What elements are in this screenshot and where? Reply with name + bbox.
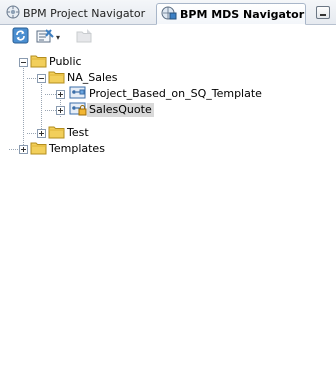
- tree-node-project-template[interactable]: Project_Based_on_SQ_Template: [69, 86, 264, 102]
- tree-node-test[interactable]: Test: [48, 125, 91, 141]
- project-navigator-icon: [6, 5, 23, 22]
- tree-node-templates[interactable]: Templates: [30, 141, 107, 157]
- mds-tree: Public NA_Sales Project_Based_on_SQ_Temp…: [0, 52, 336, 377]
- collapse-toggle[interactable]: [19, 58, 28, 67]
- minimize-icon: [320, 14, 326, 16]
- tab-bpm-mds-navigator[interactable]: BPM MDS Navigator: [156, 3, 306, 25]
- tree-node-public[interactable]: Public: [30, 54, 84, 70]
- refresh-button[interactable]: [12, 27, 30, 47]
- folder-icon: [30, 54, 47, 71]
- tree-connector: [27, 78, 36, 79]
- tree-connector: [45, 110, 56, 111]
- tab-label: BPM MDS Navigator: [180, 7, 305, 21]
- tree-node-label: NA_Sales: [67, 71, 118, 84]
- tab-bpm-project-navigator[interactable]: BPM Project Navigator: [2, 3, 152, 24]
- folder-action-icon: [76, 28, 93, 47]
- collapse-toggle[interactable]: [37, 74, 46, 83]
- locked-bpm-project-icon: [69, 101, 87, 119]
- mds-navigator-icon: [161, 6, 180, 23]
- expand-toggle[interactable]: [19, 145, 28, 154]
- chevron-down-icon: ▾: [56, 32, 61, 42]
- navigator-toolbar: ▾: [0, 25, 336, 49]
- tree-connector: [41, 78, 42, 133]
- filter-dropdown-icon: [36, 28, 54, 47]
- minimize-button[interactable]: [316, 6, 330, 19]
- filter-dropdown-button[interactable]: ▾: [36, 28, 66, 46]
- folder-icon: [48, 125, 65, 142]
- refresh-icon: [12, 27, 29, 47]
- folder-icon: [48, 70, 65, 87]
- tree-node-label: SalesQuote: [87, 103, 154, 117]
- tree-node-label: Test: [67, 126, 89, 139]
- expand-toggle[interactable]: [37, 129, 46, 138]
- tree-connector: [45, 94, 56, 95]
- tree-node-label: Public: [49, 55, 82, 68]
- folder-action-button[interactable]: [76, 28, 94, 46]
- tree-node-label: Project_Based_on_SQ_Template: [89, 87, 262, 100]
- tree-connector: [23, 62, 24, 149]
- tab-label: BPM Project Navigator: [23, 7, 146, 20]
- expand-toggle[interactable]: [56, 90, 65, 99]
- tree-connector: [9, 149, 18, 150]
- tree-node-sales-quote[interactable]: SalesQuote: [69, 102, 154, 118]
- folder-icon: [30, 141, 47, 158]
- tree-node-na-sales[interactable]: NA_Sales: [48, 70, 120, 86]
- navigator-tab-strip: BPM Project Navigator BPM MDS Navigator: [0, 0, 336, 25]
- expand-toggle[interactable]: [56, 106, 65, 115]
- tree-connector: [27, 133, 36, 134]
- tree-node-label: Templates: [49, 142, 105, 155]
